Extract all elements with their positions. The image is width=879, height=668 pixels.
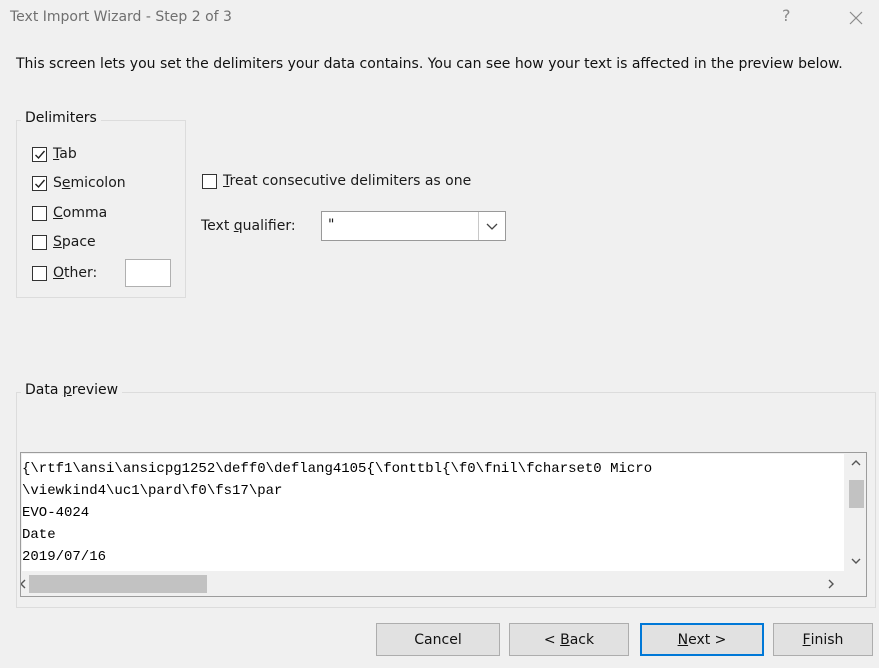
text-qualifier-select[interactable]: " xyxy=(321,211,506,241)
text-qualifier-value: " xyxy=(328,217,335,233)
help-button[interactable]: ? xyxy=(782,6,791,25)
horizontal-scrollbar[interactable] xyxy=(21,572,866,596)
preview-text-area[interactable]: {\rtf1\ansi\ansicpg1252\deff0\deflang410… xyxy=(22,454,844,571)
space-checkbox-row[interactable]: Space xyxy=(32,231,96,253)
other-checkbox-row[interactable]: Other: xyxy=(32,262,97,284)
description-text: This screen lets you set the delimiters … xyxy=(16,56,843,72)
data-preview-box[interactable]: {\rtf1\ansi\ansicpg1252\deff0\deflang410… xyxy=(20,452,867,597)
comma-checkbox[interactable] xyxy=(32,205,47,221)
preview-line: Date xyxy=(22,527,56,543)
comma-label: Comma xyxy=(53,205,108,221)
next-button[interactable]: Next > xyxy=(640,623,764,656)
title-bar: Text Import Wizard - Step 2 of 3 ? xyxy=(0,0,879,38)
preview-line: 2019/07/16 xyxy=(22,549,107,565)
window-title: Text Import Wizard - Step 2 of 3 xyxy=(10,9,232,25)
tab-label: Tab xyxy=(53,146,77,162)
back-button[interactable]: < Back xyxy=(509,623,629,656)
vertical-scrollbar[interactable] xyxy=(846,453,866,571)
preview-line: EVO-4024 xyxy=(22,505,90,521)
semicolon-checkbox[interactable] xyxy=(32,175,47,191)
treat-consecutive-row[interactable]: Treat consecutive delimiters as one xyxy=(202,170,471,192)
scroll-down-icon[interactable] xyxy=(851,557,861,565)
preview-line: \viewkind4\uc1\pard\f0\fs17\par xyxy=(22,483,283,499)
chevron-down-icon xyxy=(486,223,498,230)
checkmark-icon xyxy=(35,179,46,188)
scroll-up-icon[interactable] xyxy=(851,459,861,467)
semicolon-checkbox-row[interactable]: Semicolon xyxy=(32,172,126,194)
space-checkbox[interactable] xyxy=(32,234,47,250)
tab-checkbox-row[interactable]: Tab xyxy=(32,143,77,165)
tab-checkbox[interactable] xyxy=(32,146,47,162)
data-preview-legend: Data preview xyxy=(21,382,123,398)
cancel-button[interactable]: Cancel xyxy=(376,623,500,656)
text-qualifier-label: Text qualifier: xyxy=(201,218,296,234)
horizontal-scroll-thumb[interactable] xyxy=(29,575,207,593)
checkmark-icon xyxy=(35,150,46,159)
preview-line: {\rtf1\ansi\ansicpg1252\deff0\deflang410… xyxy=(22,461,653,477)
scroll-right-icon[interactable] xyxy=(827,579,835,589)
delimiters-legend: Delimiters xyxy=(21,110,101,126)
vertical-scroll-thumb[interactable] xyxy=(849,480,864,508)
space-label: Space xyxy=(53,234,96,250)
close-icon xyxy=(849,11,863,25)
scroll-left-icon[interactable] xyxy=(20,579,27,589)
close-button[interactable] xyxy=(840,2,872,34)
other-delimiter-input[interactable] xyxy=(125,259,171,287)
treat-consecutive-label: Treat consecutive delimiters as one xyxy=(223,173,472,189)
other-label: Other: xyxy=(53,265,98,281)
treat-consecutive-checkbox[interactable] xyxy=(202,173,217,189)
semicolon-label: Semicolon xyxy=(53,175,126,191)
comma-checkbox-row[interactable]: Comma xyxy=(32,202,107,224)
other-checkbox[interactable] xyxy=(32,265,47,281)
finish-button[interactable]: Finish xyxy=(773,623,873,656)
dropdown-button[interactable] xyxy=(478,212,505,240)
